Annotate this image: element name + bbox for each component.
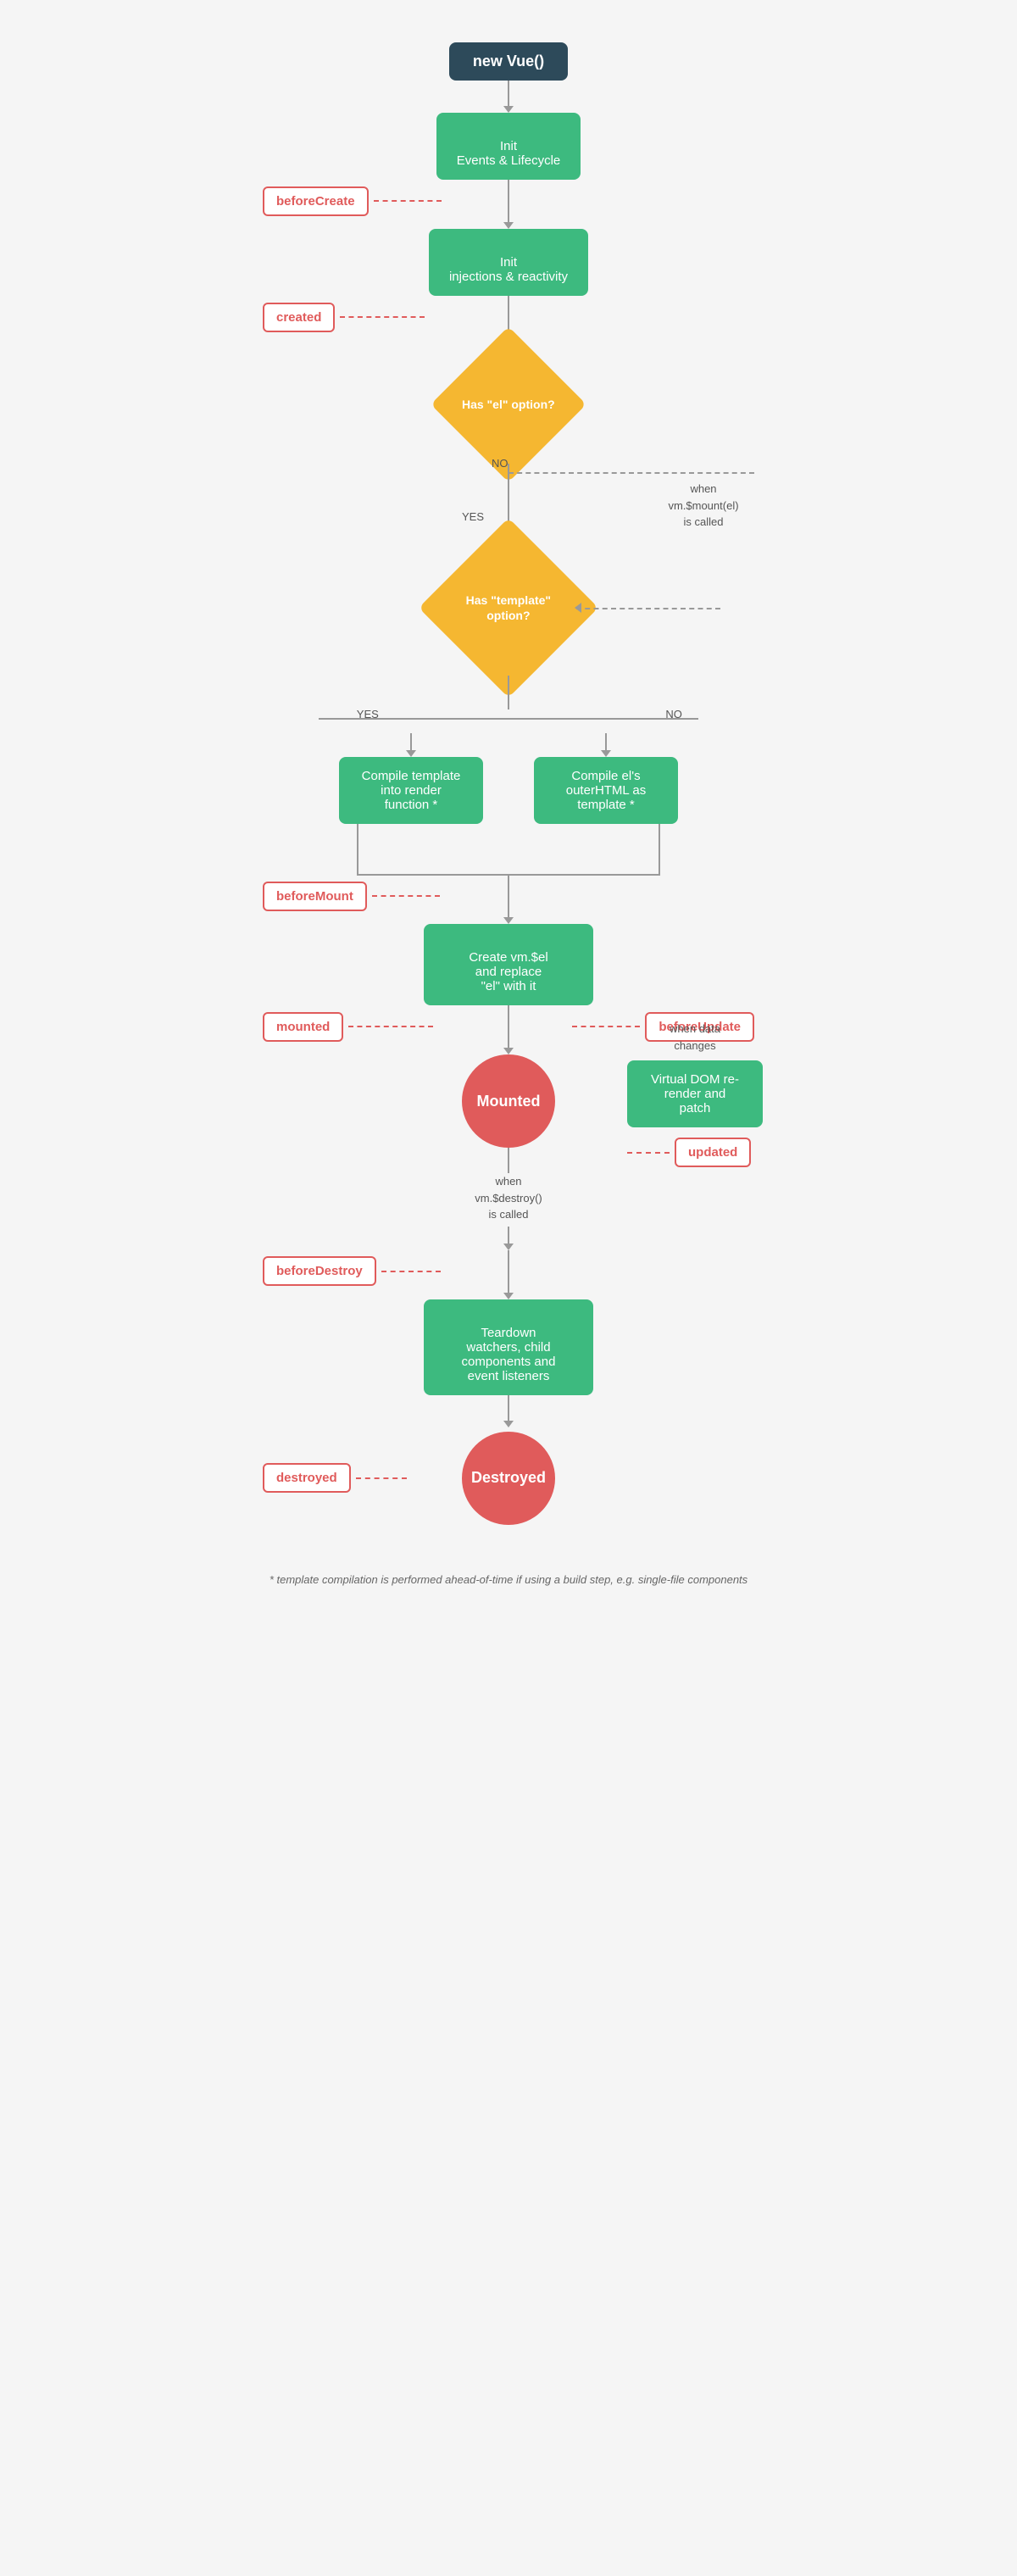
before-create-label: beforeCreate — [263, 186, 369, 216]
mounted-group: mounted — [263, 1012, 433, 1042]
before-create-connector — [374, 200, 442, 202]
virtual-dom-box: Virtual DOM re-render and patch — [627, 1060, 763, 1127]
yes-label-el: YES — [462, 510, 484, 523]
mounted-connector — [348, 1026, 433, 1027]
teardown-node: Teardown watchers, child components and … — [424, 1299, 593, 1395]
virtual-dom-group: when data changes Virtual DOM re-render … — [627, 1021, 763, 1167]
destroyed-connector — [356, 1477, 407, 1479]
before-destroy-group: beforeDestroy — [263, 1256, 441, 1286]
mounted-area: Mounted when data changes Virtual DOM re… — [237, 1054, 780, 1148]
before-destroy-row: beforeDestroy — [237, 1250, 780, 1293]
when-destroy-text: when vm.$destroy() is called — [475, 1173, 542, 1223]
new-vue-node: new Vue() — [449, 42, 568, 81]
destroyed-label: destroyed — [263, 1463, 351, 1493]
create-vm-box: Create vm.$el and replace "el" with it — [424, 924, 593, 1005]
init-events-node: Init Events & Lifecycle — [436, 113, 581, 180]
has-template-diamond: Has "template" option? — [441, 540, 576, 676]
before-create-group: beforeCreate — [263, 186, 442, 216]
before-destroy-connector — [381, 1271, 441, 1272]
created-group: created — [263, 303, 425, 332]
before-create-row: beforeCreate — [237, 180, 780, 222]
before-mount-connector — [372, 895, 440, 897]
compile-options: Compile template into render function * … — [237, 733, 780, 824]
yes-label-template: YES — [357, 708, 379, 721]
created-label: created — [263, 303, 335, 332]
before-destroy-label: beforeDestroy — [263, 1256, 376, 1286]
lifecycle-diagram: new Vue() Init Events & Lifecycle before… — [237, 17, 780, 1588]
mounted-label: mounted — [263, 1012, 343, 1042]
mounted-circle: Mounted — [462, 1054, 555, 1148]
compile-template-branch: Compile template into render function * — [339, 733, 483, 824]
init-injections-box: Init injections & reactivity — [429, 229, 588, 296]
created-connector — [340, 316, 425, 318]
destroyed-circle: Destroyed — [462, 1432, 555, 1525]
compile-el-box: Compile el's outerHTML as template * — [534, 757, 678, 824]
no-label-template: NO — [665, 708, 682, 721]
has-el-diamond: Has "el" option? — [449, 345, 568, 464]
new-vue-box: new Vue() — [449, 42, 568, 81]
when-data-changes-text: when data changes — [627, 1021, 763, 1054]
when-mount-text: when vm.$mount(el) is called — [644, 481, 763, 531]
before-mount-label: beforeMount — [263, 882, 367, 911]
connector-2 — [503, 222, 514, 229]
before-mount-group: beforeMount — [263, 882, 440, 911]
init-injections-node: Init injections & reactivity — [429, 229, 588, 296]
mount-arrow-connector — [576, 608, 720, 609]
compile-el-branch: Compile el's outerHTML as template * — [534, 733, 678, 824]
no-label-el: NO — [492, 457, 508, 470]
compile-template-box: Compile template into render function * — [339, 757, 483, 824]
connector-1 — [503, 81, 514, 113]
teardown-box: Teardown watchers, child components and … — [424, 1299, 593, 1395]
before-mount-row: beforeMount — [237, 875, 780, 917]
create-vm-node: Create vm.$el and replace "el" with it — [424, 924, 593, 1005]
destroyed-group: destroyed — [263, 1463, 407, 1493]
footnote: * template compilation is performed ahea… — [253, 1546, 764, 1589]
destroyed-row: destroyed Destroyed — [237, 1427, 780, 1529]
init-events-box: Init Events & Lifecycle — [436, 113, 581, 180]
